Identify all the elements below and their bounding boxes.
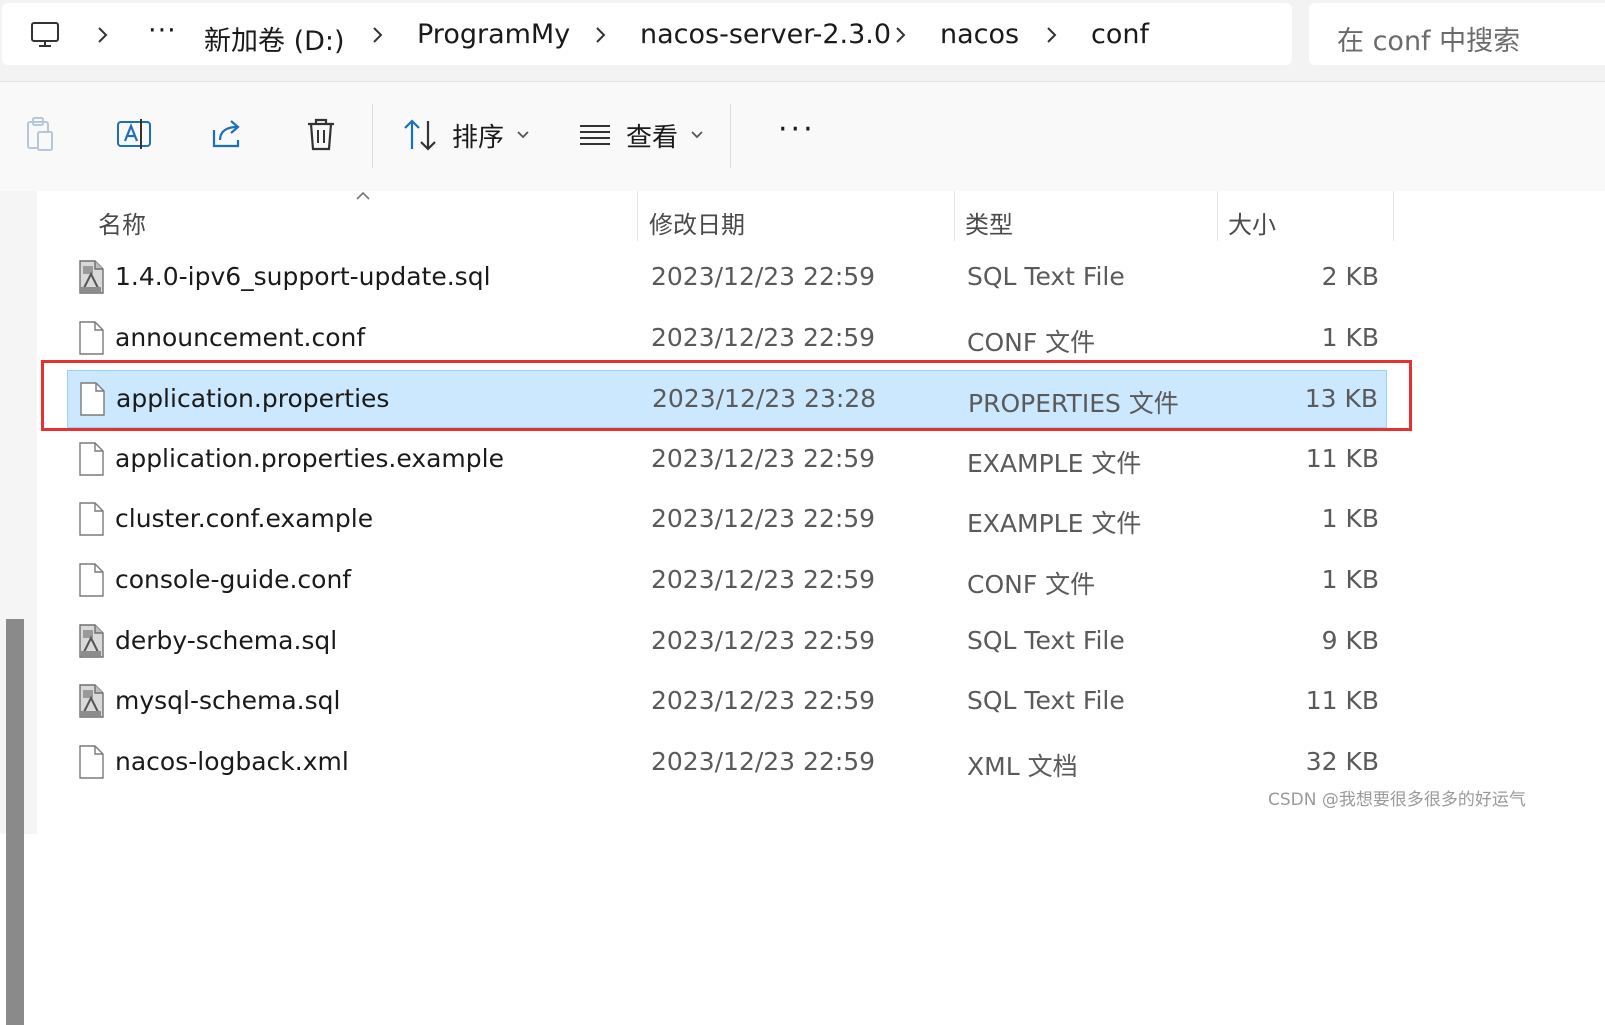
chevron-right-icon[interactable] bbox=[369, 25, 385, 45]
delete-icon[interactable] bbox=[303, 116, 339, 152]
sql-file-icon bbox=[77, 623, 105, 658]
file-size: 32 KB bbox=[1305, 746, 1379, 776]
toolbar-divider bbox=[372, 104, 373, 168]
file-type: XML 文档 bbox=[967, 751, 1078, 781]
breadcrumb-item-drive[interactable]: 新加卷 (D:) bbox=[204, 19, 345, 58]
chevron-right-icon[interactable] bbox=[1043, 25, 1059, 45]
file-row[interactable]: mysql-schema.sql 2023/12/23 22:59 SQL Text… bbox=[67, 673, 1387, 731]
paste-icon[interactable] bbox=[22, 116, 58, 152]
file-size: 1 KB bbox=[1321, 504, 1379, 534]
file-row[interactable]: announcement.conf 2023/12/23 22:59 CONF 文件… bbox=[67, 310, 1387, 368]
annotation-highlight-box bbox=[41, 360, 1412, 431]
file-date: 2023/12/23 22:59 bbox=[651, 322, 876, 352]
search-input[interactable]: 在 conf 中搜索 bbox=[1309, 3, 1605, 65]
file-size: 11 KB bbox=[1305, 443, 1379, 473]
sort-label: 排序 bbox=[452, 122, 505, 153]
file-row[interactable]: derby-schema.sql 2023/12/23 22:59 SQL Text… bbox=[67, 613, 1387, 671]
breadcrumb-item-conf[interactable]: conf bbox=[1091, 19, 1149, 50]
file-size: 9 KB bbox=[1321, 625, 1379, 655]
file-list: 名称 修改日期 类型 大小 1.4.0-ipv6_support-update.… bbox=[37, 191, 1605, 834]
file-date: 2023/12/23 22:59 bbox=[651, 443, 876, 473]
file-row[interactable]: console-guide.conf 2023/12/23 22:59 CONF 文… bbox=[67, 552, 1387, 610]
chevron-down-icon bbox=[517, 131, 529, 139]
view-label: 查看 bbox=[626, 122, 679, 153]
file-date: 2023/12/23 22:59 bbox=[651, 625, 876, 655]
file-type: SQL Text File bbox=[967, 262, 1125, 291]
sort-button[interactable]: 排序 bbox=[402, 114, 530, 156]
file-type: SQL Text File bbox=[967, 625, 1125, 655]
file-name: application.properties.example bbox=[115, 443, 504, 473]
view-button[interactable]: 查看 bbox=[578, 114, 704, 156]
file-row[interactable]: nacos-logback.xml 2023/12/23 22:59 XML 文档 3… bbox=[67, 734, 1387, 792]
sql-file-icon bbox=[77, 260, 105, 294]
rename-icon[interactable] bbox=[116, 116, 152, 152]
file-date: 2023/12/23 22:59 bbox=[651, 262, 876, 291]
sort-ascending-icon bbox=[356, 191, 370, 200]
vertical-scrollbar[interactable] bbox=[0, 191, 37, 1025]
view-icon bbox=[580, 125, 610, 145]
chevron-down-icon bbox=[691, 131, 703, 139]
chevron-right-icon[interactable] bbox=[94, 25, 110, 45]
column-header-name[interactable]: 名称 bbox=[98, 205, 146, 240]
column-header-date[interactable]: 修改日期 bbox=[649, 205, 745, 240]
file-size: 1 KB bbox=[1321, 322, 1379, 352]
file-type: CONF 文件 bbox=[967, 327, 1096, 357]
file-date: 2023/12/23 22:59 bbox=[651, 686, 876, 716]
file-type: EXAMPLE 文件 bbox=[967, 448, 1142, 478]
file-row[interactable]: application.properties.example 2023/12/23… bbox=[67, 431, 1387, 489]
file-type: SQL Text File bbox=[967, 686, 1125, 716]
toolbar-divider bbox=[730, 104, 731, 168]
breadcrumb[interactable]: ··· 新加卷 (D:) ProgramMy nacos-server-2.3.… bbox=[2, 3, 1292, 65]
file-name: announcement.conf bbox=[115, 322, 366, 352]
share-icon[interactable] bbox=[210, 116, 246, 152]
column-divider[interactable] bbox=[954, 191, 955, 241]
file-name: mysql-schema.sql bbox=[115, 686, 341, 716]
file-name: 1.4.0-ipv6_support-update.sql bbox=[115, 262, 491, 291]
sort-icon bbox=[404, 119, 436, 151]
file-size: 11 KB bbox=[1305, 686, 1379, 716]
file-icon bbox=[77, 442, 105, 476]
watermark: CSDN @我想要很多很多的好运气 bbox=[1268, 790, 1526, 810]
this-pc-icon[interactable] bbox=[29, 19, 61, 51]
breadcrumb-item-nacos[interactable]: nacos bbox=[940, 19, 1019, 50]
file-icon bbox=[77, 563, 105, 597]
file-icon bbox=[77, 745, 105, 779]
column-header-size[interactable]: 大小 bbox=[1228, 205, 1276, 240]
column-divider[interactable] bbox=[637, 191, 638, 241]
file-name: derby-schema.sql bbox=[115, 625, 338, 655]
file-date: 2023/12/23 22:59 bbox=[651, 565, 876, 594]
file-name: cluster.conf.example bbox=[115, 504, 374, 534]
file-date: 2023/12/23 22:59 bbox=[651, 504, 876, 534]
sql-file-icon bbox=[77, 684, 105, 718]
file-row[interactable]: 1.4.0-ipv6_support-update.sql 2023/12/23 … bbox=[67, 249, 1387, 307]
file-size: 2 KB bbox=[1321, 262, 1379, 291]
column-divider[interactable] bbox=[1217, 191, 1218, 241]
file-type: CONF 文件 bbox=[967, 570, 1096, 599]
column-divider[interactable] bbox=[1393, 191, 1394, 241]
file-icon bbox=[77, 320, 105, 355]
file-name: console-guide.conf bbox=[115, 565, 352, 594]
breadcrumb-item-programmy[interactable]: ProgramMy bbox=[417, 19, 570, 50]
breadcrumb-overflow[interactable]: ··· bbox=[148, 15, 177, 46]
file-type: EXAMPLE 文件 bbox=[967, 509, 1142, 539]
file-icon bbox=[77, 502, 105, 537]
search-placeholder: 在 conf 中搜索 bbox=[1337, 26, 1521, 57]
file-size: 1 KB bbox=[1321, 565, 1379, 594]
file-name: nacos-logback.xml bbox=[115, 746, 349, 776]
column-header-type[interactable]: 类型 bbox=[965, 205, 1013, 240]
scrollbar-thumb[interactable] bbox=[6, 619, 24, 1025]
command-bar: 排序 查看 ··· bbox=[0, 81, 1605, 193]
file-date: 2023/12/23 22:59 bbox=[651, 746, 876, 776]
file-row[interactable]: cluster.conf.example 2023/12/23 22:59 EXAM… bbox=[67, 491, 1387, 549]
breadcrumb-item-nacos-server[interactable]: nacos-server-2.3.0 bbox=[640, 19, 891, 50]
chevron-right-icon[interactable] bbox=[592, 25, 608, 45]
chevron-right-icon[interactable] bbox=[892, 25, 908, 45]
address-bar: ··· 新加卷 (D:) ProgramMy nacos-server-2.3.… bbox=[0, 0, 1605, 81]
more-options-button[interactable]: ··· bbox=[778, 112, 816, 147]
